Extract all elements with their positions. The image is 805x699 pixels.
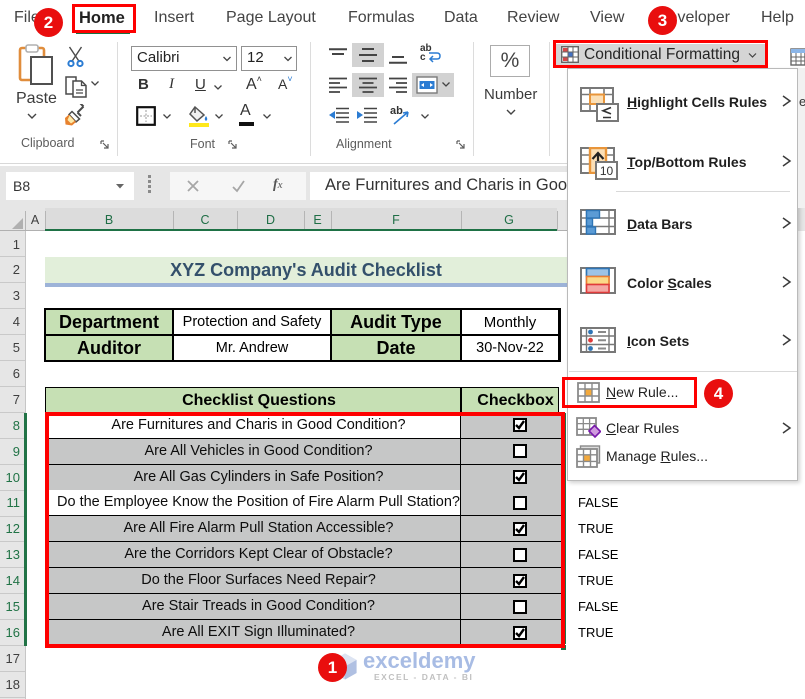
svg-text:10: 10 <box>600 164 614 178</box>
